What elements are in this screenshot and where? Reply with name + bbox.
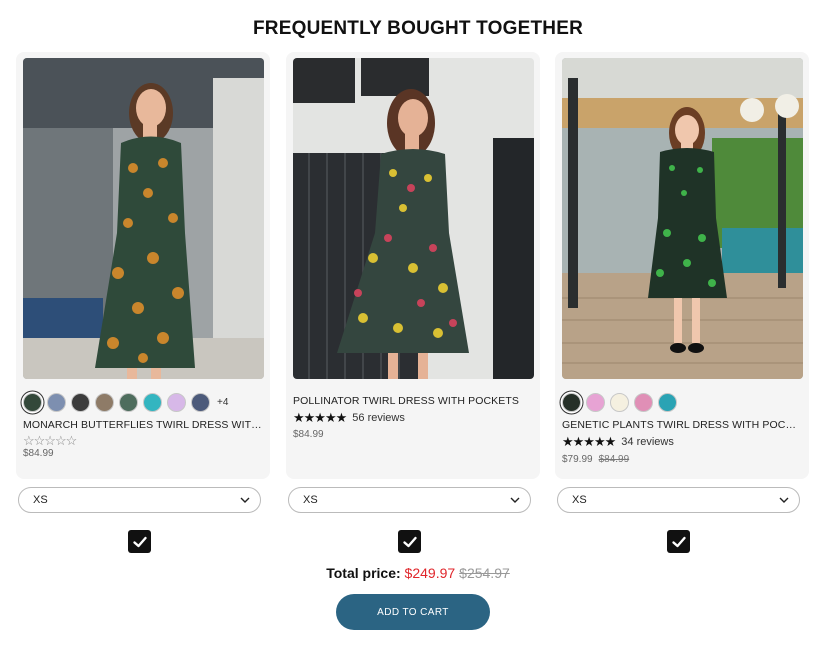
rating-stars: ☆☆☆☆☆ (23, 433, 77, 448)
size-select-2[interactable]: XS (288, 487, 531, 513)
size-select-value: XS (572, 494, 587, 506)
product-image[interactable] (562, 58, 803, 379)
more-swatches-count[interactable]: +4 (217, 397, 228, 408)
product-rating: ★★★★★ 56 reviews (293, 410, 405, 426)
total-price-current: $249.97 (404, 565, 456, 581)
price-original: $84.99 (598, 454, 630, 465)
size-select-3[interactable]: XS (557, 487, 800, 513)
include-checkbox-1[interactable] (128, 530, 151, 553)
swatch-3[interactable] (71, 392, 90, 412)
chevron-down-icon (779, 497, 789, 503)
swatch-6[interactable] (143, 392, 162, 412)
size-select-value: XS (33, 494, 48, 506)
product-rating: ☆☆☆☆☆ (23, 433, 77, 449)
total-price-original: $254.97 (459, 565, 510, 581)
checkmark-icon (671, 536, 686, 547)
product-card-3[interactable]: GENETIC PLANTS TWIRL DRESS WITH POCKETS … (555, 52, 809, 479)
include-checkbox-2[interactable] (398, 530, 421, 553)
swatch-2[interactable] (586, 392, 605, 412)
swatch-8[interactable] (191, 392, 210, 412)
swatch-4[interactable] (634, 392, 653, 412)
swatch-2[interactable] (47, 392, 66, 412)
section-heading: FREQUENTLY BOUGHT TOGETHER (253, 18, 583, 39)
add-to-cart-button[interactable]: ADD TO CART (336, 594, 490, 630)
product-image[interactable] (23, 58, 264, 379)
product-title[interactable]: GENETIC PLANTS TWIRL DRESS WITH POCKETS (562, 419, 802, 431)
chevron-down-icon (510, 497, 520, 503)
chevron-down-icon (240, 497, 250, 503)
include-checkbox-3[interactable] (667, 530, 690, 553)
swatch-3[interactable] (610, 392, 629, 412)
rating-stars: ★★★★★ (562, 434, 616, 449)
checkmark-icon (132, 536, 147, 547)
product-image[interactable] (293, 58, 534, 379)
price-current: $84.99 (23, 448, 54, 459)
color-swatches (562, 392, 682, 412)
total-label: Total price: (326, 565, 401, 581)
swatch-1[interactable] (23, 392, 42, 412)
product-card-2[interactable]: POLLINATOR TWIRL DRESS WITH POCKETS ★★★★… (286, 52, 540, 479)
swatch-5[interactable] (658, 392, 677, 412)
swatch-4[interactable] (95, 392, 114, 412)
product-rating: ★★★★★ 34 reviews (562, 434, 674, 450)
total-price: Total price: $249.97 $254.97 (0, 565, 836, 581)
product-price: $84.99 (293, 429, 324, 440)
size-select-value: XS (303, 494, 318, 506)
product-price: $84.99 (23, 448, 54, 459)
swatch-7[interactable] (167, 392, 186, 412)
review-count[interactable]: 34 reviews (621, 436, 674, 448)
swatch-1[interactable] (562, 392, 581, 412)
color-swatches: +4 (23, 392, 228, 412)
size-select-1[interactable]: XS (18, 487, 261, 513)
product-card-1[interactable]: +4 MONARCH BUTTERFLIES TWIRL DRESS WITH.… (16, 52, 270, 479)
checkmark-icon (402, 536, 417, 547)
rating-stars: ★★★★★ (293, 410, 347, 425)
review-count[interactable]: 56 reviews (352, 412, 405, 424)
product-title[interactable]: POLLINATOR TWIRL DRESS WITH POCKETS (293, 395, 533, 407)
price-current: $84.99 (293, 429, 324, 440)
product-title[interactable]: MONARCH BUTTERFLIES TWIRL DRESS WITH... (23, 419, 263, 431)
price-current: $79.99 (562, 454, 593, 465)
product-price: $79.99 $84.99 (562, 454, 629, 465)
swatch-5[interactable] (119, 392, 138, 412)
